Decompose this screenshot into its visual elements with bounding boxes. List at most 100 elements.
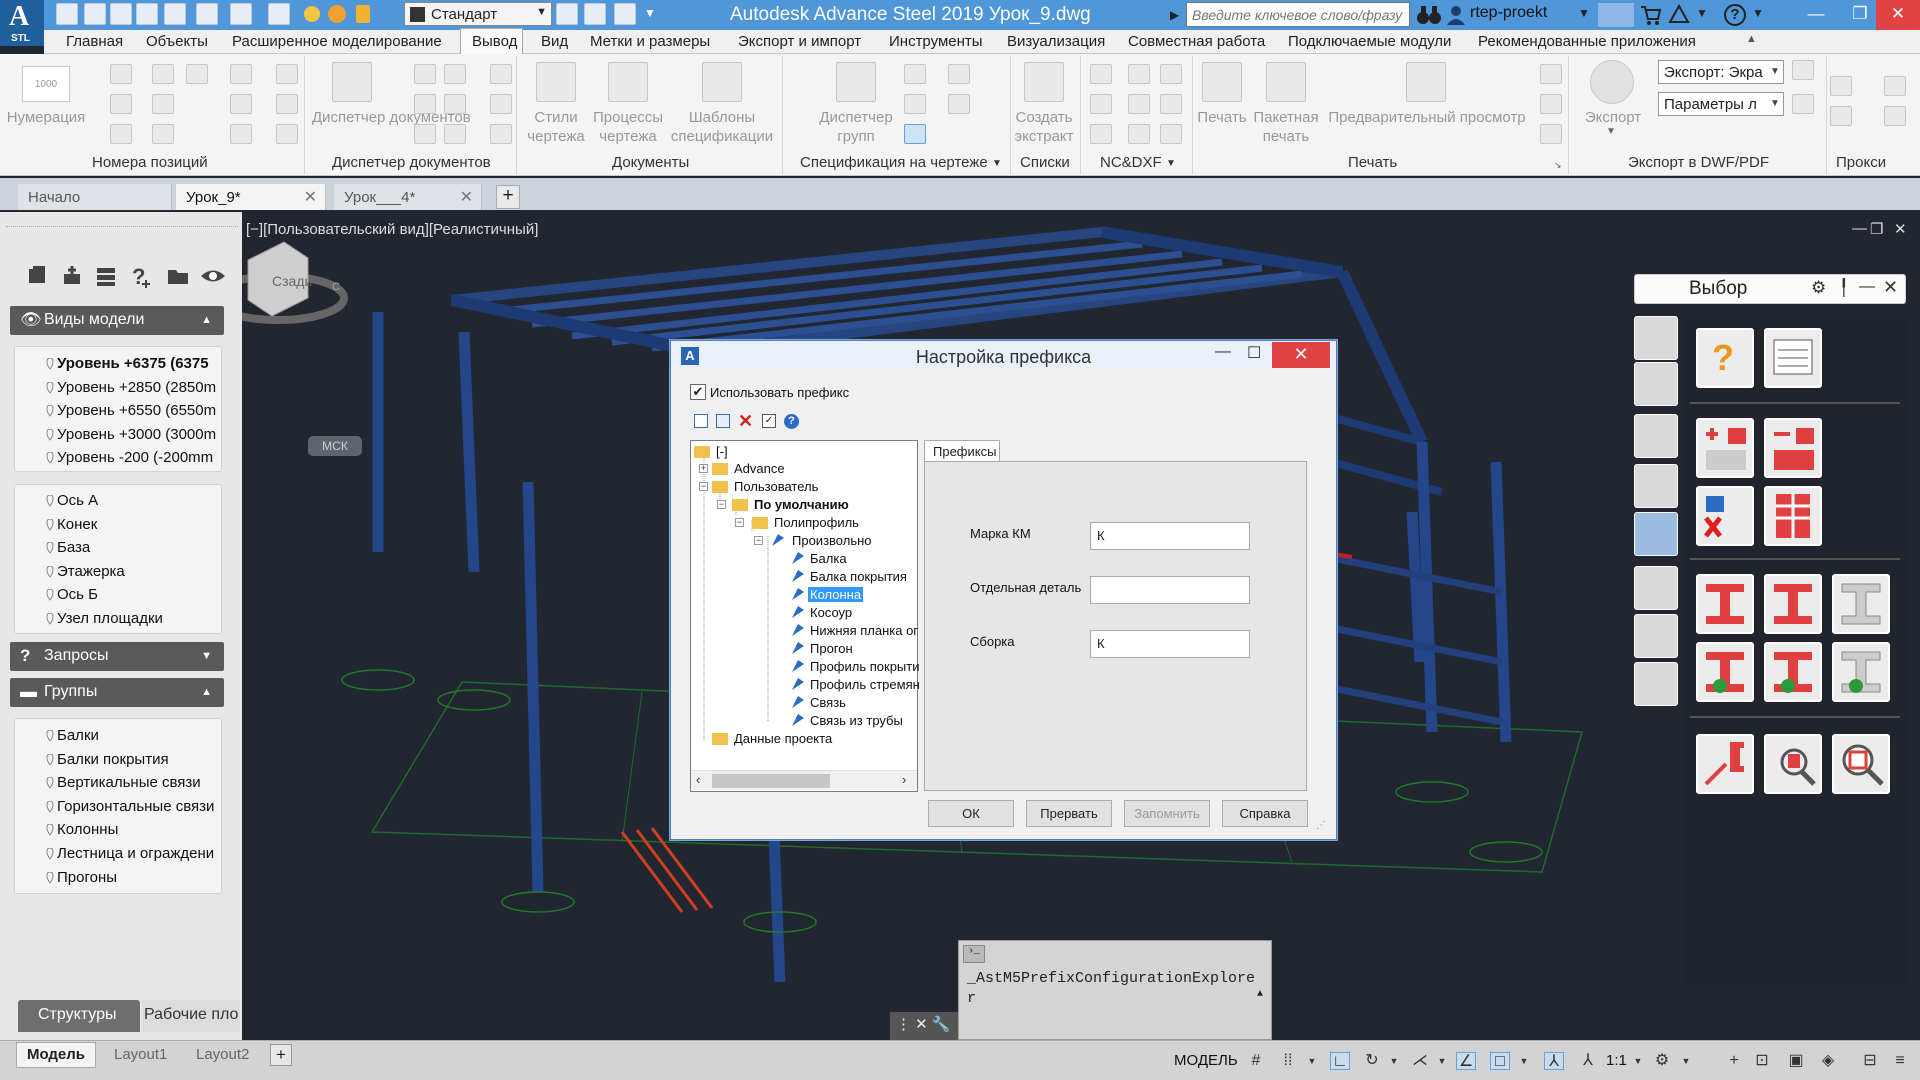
nc-nest-icon[interactable] <box>1128 124 1150 144</box>
redo-icon[interactable] <box>230 3 252 25</box>
tab-work-planes[interactable]: Рабочие пло <box>142 1000 240 1032</box>
spec-templates-button[interactable]: Шаблоны спецификации <box>670 108 774 146</box>
tab-recommended-apps[interactable]: Рекомендованные приложения <box>1478 33 1696 50</box>
position-arrange-icon[interactable] <box>276 94 298 114</box>
nc-m-icon[interactable] <box>1128 64 1150 84</box>
isolate-icon[interactable]: ◈ <box>1818 1052 1838 1070</box>
account-status-box[interactable] <box>1598 3 1634 27</box>
snap-icon[interactable]: ⁞⁞ <box>1278 1052 1298 1070</box>
connection-tool-icon[interactable] <box>1634 566 1678 610</box>
doc-check-icon[interactable] <box>444 64 466 84</box>
doc-tool-icon[interactable] <box>490 124 512 144</box>
tree-item[interactable]: Профиль покрыти <box>810 659 919 674</box>
export-params-select[interactable]: Параметры л <box>1658 92 1784 116</box>
beam-refresh-house-icon[interactable] <box>1764 642 1822 702</box>
select-all-icon[interactable] <box>1764 486 1822 546</box>
undo-icon[interactable] <box>196 3 218 25</box>
export-target-select[interactable]: Экспорт: Экра <box>1658 60 1784 84</box>
print-button[interactable]: Печать <box>1194 108 1250 127</box>
delete-positions-icon[interactable] <box>110 124 132 144</box>
osnap-dropdown-icon[interactable]: ▼ <box>1514 1052 1534 1070</box>
connect-dropdown-icon[interactable]: ▼ <box>1696 6 1708 20</box>
tab-model[interactable]: Модель <box>16 1042 96 1068</box>
binoculars-icon[interactable] <box>1416 4 1442 26</box>
viewcube-face[interactable]: Сзади <box>272 273 312 289</box>
bent-plate-tool-icon[interactable] <box>1634 614 1678 658</box>
annotation-monitor-icon[interactable]: + <box>1724 1052 1744 1070</box>
doc-list-icon[interactable] <box>444 124 466 144</box>
position-group-icon[interactable] <box>230 64 252 84</box>
plot-icon[interactable] <box>1202 62 1242 102</box>
viewport-restore-icon[interactable]: ❐ <box>1870 220 1883 238</box>
tab-layout1[interactable]: Layout1 <box>114 1046 167 1063</box>
beam-select-icon[interactable] <box>1696 574 1754 634</box>
dialog-close-button[interactable]: ✕ <box>1272 342 1330 368</box>
tab-collaboration[interactable]: Совместная работа <box>1128 33 1265 50</box>
cart-icon[interactable] <box>1640 4 1662 26</box>
single-part-input[interactable] <box>1090 576 1250 604</box>
beam-refresh-icon[interactable] <box>1696 642 1754 702</box>
add-view-icon[interactable] <box>60 264 84 288</box>
drawing-processes-icon[interactable] <box>608 62 648 102</box>
user-tool-icon[interactable] <box>1634 414 1678 458</box>
expand-plus-icon[interactable]: + <box>699 464 708 473</box>
export-dropdown-icon[interactable]: ▼ <box>1606 126 1616 137</box>
spec-table-icon[interactable] <box>948 64 970 84</box>
tab-structures[interactable]: Структуры <box>18 1000 140 1032</box>
search-input[interactable]: Введите ключевое слово/фразу <box>1186 2 1410 27</box>
preview-icon[interactable] <box>1406 62 1446 102</box>
level-item[interactable]: Уровень +6375 (6375 <box>15 353 221 377</box>
visibility-eye-icon[interactable] <box>200 264 225 288</box>
tools-wrench-icon[interactable] <box>1634 362 1678 406</box>
collapse-minus-icon[interactable]: − <box>717 500 726 509</box>
create-extract-button[interactable]: Создать экстракт <box>1014 108 1074 146</box>
export-settings-icon[interactable] <box>1792 60 1814 80</box>
doc-tab-urok4[interactable]: Урок___4* ✕ <box>334 184 482 210</box>
model-views-tool-icon[interactable] <box>26 264 50 288</box>
position-link-icon[interactable] <box>152 94 174 114</box>
numbering-button[interactable]: Нумерация <box>6 108 86 127</box>
tree-item[interactable]: Связь из трубы <box>810 713 903 728</box>
proxy-icon-2[interactable] <box>1830 106 1852 126</box>
palette-minimize-icon[interactable]: — <box>1859 278 1875 296</box>
annotation-visibility-icon[interactable]: ⅄ <box>1544 1052 1564 1070</box>
close-icon[interactable]: ✕ <box>304 187 317 207</box>
proxy-icon-1[interactable] <box>1830 76 1852 96</box>
tab-plugins[interactable]: Подключаемые модули <box>1288 33 1451 50</box>
cancel-button[interactable]: Прервать <box>1026 800 1112 827</box>
tree-item[interactable]: Косоур <box>810 605 852 620</box>
batch-print-icon[interactable] <box>1266 62 1306 102</box>
tree-item-selected[interactable]: Колонна <box>808 587 864 602</box>
nc-diamond-icon[interactable] <box>1160 124 1182 144</box>
copy-prefix-icon[interactable] <box>716 414 730 428</box>
lock-icon[interactable] <box>356 5 370 23</box>
grid-icon[interactable]: # <box>1246 1052 1266 1070</box>
units-icon[interactable]: ⊡ <box>1752 1052 1772 1070</box>
tab-extended-modeling[interactable]: Расширенное моделирование <box>232 33 442 50</box>
command-line[interactable]: ›_ _AstM5PrefixConfigurationExplore r ▲ <box>958 940 1272 1040</box>
view-item[interactable]: Конек <box>15 514 221 538</box>
nc-mm-icon[interactable] <box>1160 64 1182 84</box>
doc-detail-icon[interactable] <box>444 94 466 114</box>
tab-objects[interactable]: Объекты <box>146 33 208 50</box>
export-button[interactable]: Экспорт <box>1578 108 1648 127</box>
tab-prefixes[interactable]: Префиксы <box>924 440 1000 462</box>
position-marker-icon[interactable] <box>230 94 252 114</box>
doc-manager-button[interactable]: Диспетчер документов <box>312 108 471 127</box>
renumber-icon[interactable] <box>110 64 132 84</box>
panel-expand-icon[interactable]: ▼ <box>992 158 1002 169</box>
proxy-icon-4[interactable] <box>1884 106 1906 126</box>
help-button[interactable]: Справка <box>1222 800 1308 827</box>
tab-labels-dimensions[interactable]: Метки и размеры <box>590 33 710 50</box>
scale-dropdown-icon[interactable]: ▼ <box>1628 1052 1648 1070</box>
tree-project-data[interactable]: Данные проекта <box>734 731 832 746</box>
drawing-processes-button[interactable]: Процессы чертежа <box>586 108 670 146</box>
user-dropdown-icon[interactable]: ▼ <box>1578 6 1590 20</box>
collapse-minus-icon[interactable]: − <box>735 518 744 527</box>
tab-layout2[interactable]: Layout2 <box>196 1046 249 1063</box>
print-icon[interactable] <box>164 3 186 25</box>
query-filter-icon[interactable]: ? <box>1696 328 1754 388</box>
doc-tab-urok9[interactable]: Урок_9* ✕ <box>176 184 326 210</box>
doc-tab-start[interactable]: Начало <box>18 184 172 210</box>
close-icon[interactable]: ✕ <box>460 187 473 207</box>
